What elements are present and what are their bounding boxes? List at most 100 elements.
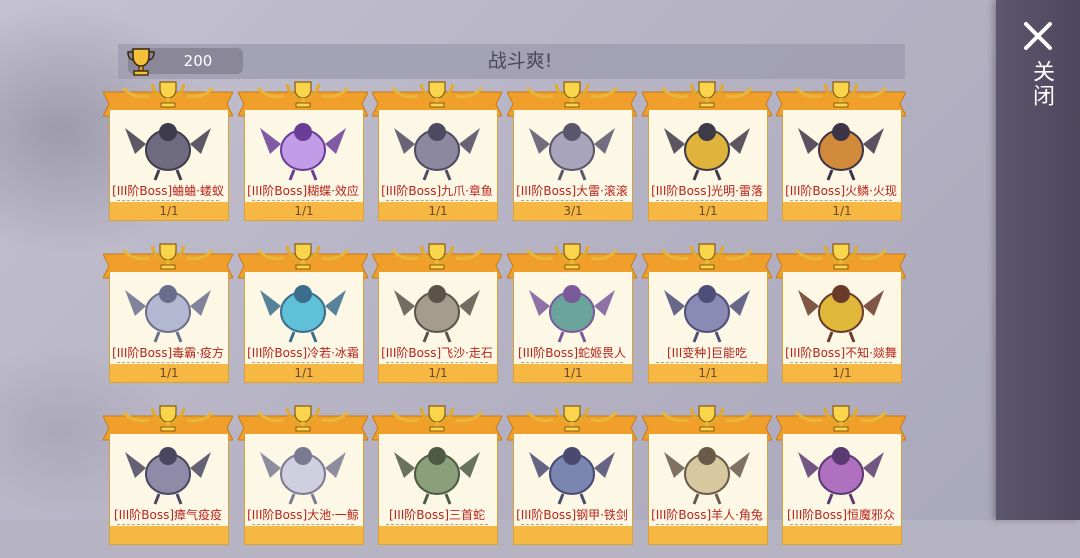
boss-name: [III阶Boss]蛇姬畏人 bbox=[517, 346, 627, 360]
divider bbox=[790, 524, 892, 525]
boss-card[interactable]: [III阶Boss]大雷·滚滚 3/1 bbox=[507, 81, 637, 234]
gold-trophy-icon bbox=[285, 405, 321, 432]
close-label: 关闭 bbox=[1029, 60, 1054, 108]
kill-count bbox=[378, 526, 498, 545]
thunder-boss-art bbox=[529, 123, 615, 181]
kill-count bbox=[244, 526, 364, 545]
kill-count: 1/1 bbox=[513, 364, 633, 383]
boss-card[interactable]: [III阶Boss]冷若·冰霜 1/1 bbox=[238, 243, 368, 396]
divider bbox=[252, 362, 354, 363]
divider bbox=[790, 200, 892, 201]
gold-trophy-icon bbox=[689, 405, 725, 432]
gold-trophy-icon bbox=[689, 243, 725, 270]
hydra-boss-art bbox=[394, 447, 480, 505]
armored-boss-art bbox=[125, 447, 211, 505]
boss-card[interactable]: [III阶Boss]九爪·章鱼 1/1 bbox=[372, 81, 502, 234]
boss-card[interactable]: [III阶Boss]恒魔邪众 bbox=[776, 405, 906, 558]
octopus-boss-art bbox=[394, 123, 480, 181]
boss-card[interactable]: [III阶Boss]三首蛇 bbox=[372, 405, 502, 558]
divider bbox=[521, 200, 623, 201]
boss-card[interactable]: [III阶Boss]瘴气疫疫 bbox=[103, 405, 233, 558]
kill-count: 1/1 bbox=[109, 364, 229, 383]
boss-name: [III阶Boss]三首蛇 bbox=[388, 508, 486, 522]
divider bbox=[656, 524, 758, 525]
boss-name: [III阶Boss]不知·燚舞 bbox=[785, 346, 897, 360]
gold-trophy-icon bbox=[554, 243, 590, 270]
boss-card[interactable]: [III阶Boss]飞沙·走石 1/1 bbox=[372, 243, 502, 396]
gold-trophy-icon bbox=[419, 243, 455, 270]
divider bbox=[790, 362, 892, 363]
gold-trophy-icon bbox=[150, 81, 186, 108]
bat-boss-art bbox=[798, 447, 884, 505]
flame-dancer-boss-art bbox=[798, 285, 884, 343]
kill-count: 1/1 bbox=[648, 364, 768, 383]
divider bbox=[656, 200, 758, 201]
divider bbox=[386, 200, 488, 201]
side-panel: 关闭 bbox=[996, 0, 1080, 520]
divider bbox=[656, 362, 758, 363]
boss-name: [III阶Boss]糊蝶·效应 bbox=[247, 184, 359, 198]
boss-name: [III阶Boss]钢甲·铁剑 bbox=[516, 508, 628, 522]
boss-card[interactable]: [III阶Boss]毒霸·疫方 1/1 bbox=[103, 243, 233, 396]
divider bbox=[521, 524, 623, 525]
boss-card[interactable]: [III阶Boss]火鳞·火现 1/1 bbox=[776, 81, 906, 234]
ice-dragon-boss-art bbox=[260, 285, 346, 343]
kill-count: 1/1 bbox=[378, 364, 498, 383]
goat-boss-art bbox=[664, 447, 750, 505]
boss-name: [III阶Boss]羊人·角兔 bbox=[651, 508, 763, 522]
boss-card[interactable]: [III阶Boss]羊人·角兔 bbox=[642, 405, 772, 558]
boss-card[interactable]: [III阶Boss]钢甲·铁剑 bbox=[507, 405, 637, 558]
kill-count: 3/1 bbox=[513, 202, 633, 221]
medusa-boss-art bbox=[529, 285, 615, 343]
boss-card[interactable]: [III变种]巨能吃 1/1 bbox=[642, 243, 772, 396]
divider bbox=[252, 200, 354, 201]
kill-count: 1/1 bbox=[378, 202, 498, 221]
kill-count: 1/1 bbox=[244, 202, 364, 221]
boss-name: [III阶Boss]冷若·冰霜 bbox=[247, 346, 359, 360]
divider bbox=[252, 524, 354, 525]
boss-card[interactable]: [III阶Boss]光明·雷落 1/1 bbox=[642, 81, 772, 234]
divider bbox=[117, 200, 219, 201]
gold-trophy-icon bbox=[285, 81, 321, 108]
kill-count bbox=[648, 526, 768, 545]
knight-boss-art bbox=[529, 447, 615, 505]
kill-count bbox=[513, 526, 633, 545]
boss-name: [III阶Boss]蛐蛐·蝼蚁 bbox=[112, 184, 224, 198]
gold-trophy-icon bbox=[419, 405, 455, 432]
poison-dragon-boss-art bbox=[125, 285, 211, 343]
kill-count: 1/1 bbox=[648, 202, 768, 221]
gold-trophy-icon bbox=[823, 405, 859, 432]
boss-name: [III阶Boss]飞沙·走石 bbox=[381, 346, 493, 360]
boss-name: [III变种]巨能吃 bbox=[667, 346, 747, 360]
blob-boss-art bbox=[664, 285, 750, 343]
gold-trophy-icon bbox=[285, 243, 321, 270]
gold-trophy-icon bbox=[150, 243, 186, 270]
boss-name: [III阶Boss]恒魔邪众 bbox=[786, 508, 896, 522]
boss-card[interactable]: [III阶Boss]不知·燚舞 1/1 bbox=[776, 243, 906, 396]
boss-name: [III阶Boss]毒霸·疫方 bbox=[112, 346, 224, 360]
boss-card[interactable]: [III阶Boss]大池·一鲸 bbox=[238, 405, 368, 558]
butterfly-boss-art bbox=[260, 123, 346, 181]
gold-trophy-icon bbox=[554, 405, 590, 432]
boss-name: [III阶Boss]瘴气疫疫 bbox=[113, 508, 223, 522]
kill-count bbox=[109, 526, 229, 545]
trophy-count-value: 200 bbox=[183, 52, 213, 70]
boss-name: [III阶Boss]大池·一鲸 bbox=[247, 508, 359, 522]
boss-name: [III阶Boss]光明·雷落 bbox=[651, 184, 763, 198]
boss-card[interactable]: [III阶Boss]蛇姬畏人 1/1 bbox=[507, 243, 637, 396]
gold-trophy-icon bbox=[419, 81, 455, 108]
boss-card[interactable]: [III阶Boss]蛐蛐·蝼蚁 1/1 bbox=[103, 81, 233, 234]
divider bbox=[386, 362, 488, 363]
kill-count: 1/1 bbox=[782, 364, 902, 383]
divider bbox=[117, 362, 219, 363]
egg-boss-art bbox=[260, 447, 346, 505]
boss-name: [III阶Boss]九爪·章鱼 bbox=[381, 184, 493, 198]
close-button[interactable]: 关闭 bbox=[1014, 14, 1064, 110]
gold-trophy-icon bbox=[823, 81, 859, 108]
gold-trophy-icon bbox=[150, 405, 186, 432]
gold-trophy-icon bbox=[689, 81, 725, 108]
fire-dragon-boss-art bbox=[798, 123, 884, 181]
boss-card[interactable]: [III阶Boss]糊蝶·效应 1/1 bbox=[238, 81, 368, 234]
page-title: 战斗爽! bbox=[487, 50, 553, 72]
close-icon bbox=[1024, 22, 1052, 50]
